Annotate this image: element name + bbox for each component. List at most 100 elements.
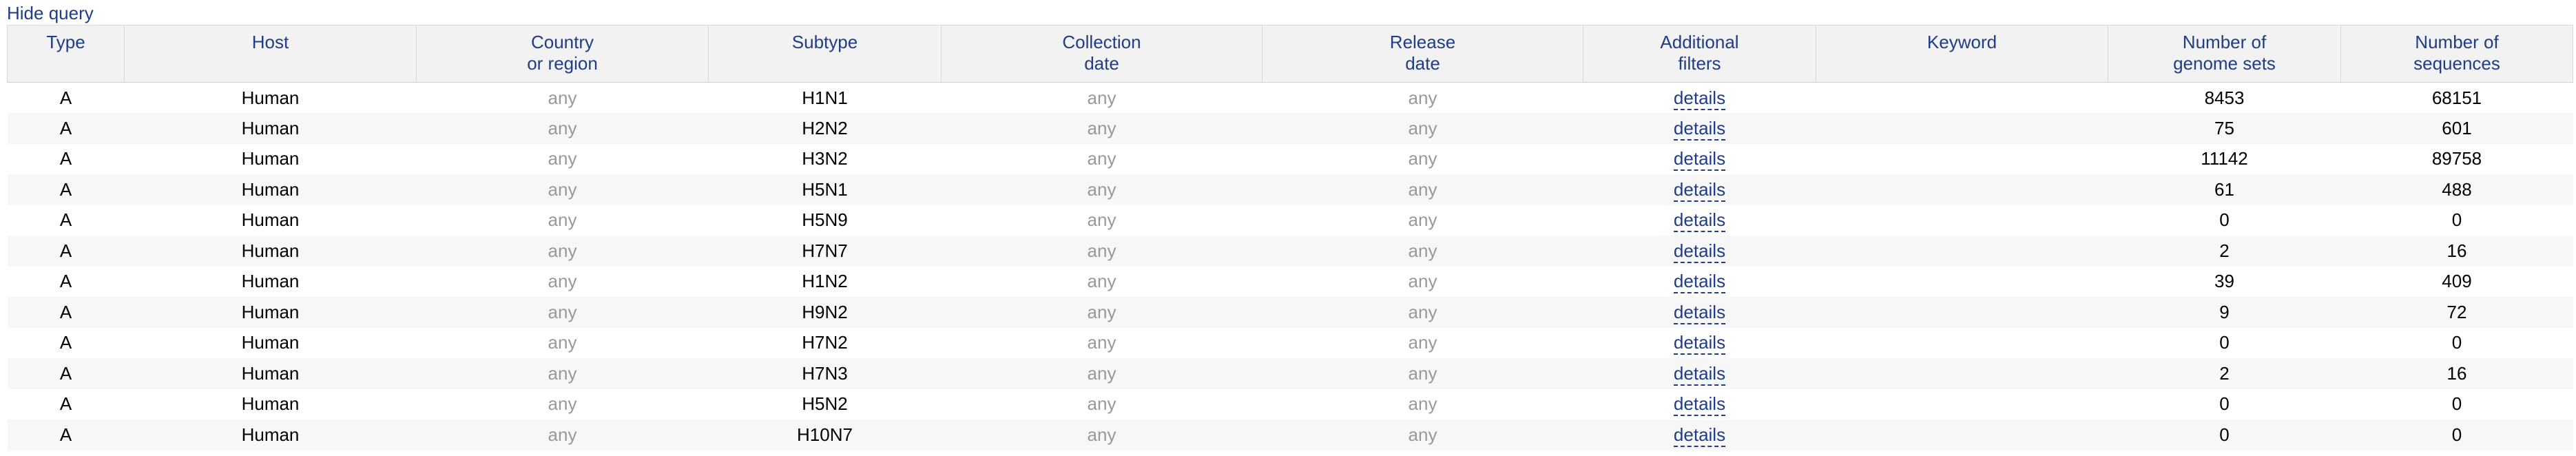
cell-type: A [59, 117, 72, 138]
column-header-label: Type [46, 32, 85, 52]
cell-collection: any [1087, 240, 1116, 261]
table-row: A Human any H7N7 any any details 2 16 [7, 236, 2573, 267]
cell-genome-sets: 0 [2219, 393, 2230, 415]
details-link[interactable]: details [1673, 117, 1726, 141]
details-link[interactable]: details [1673, 148, 1726, 172]
cell-genome-sets: 0 [2219, 424, 2230, 445]
hide-query-link[interactable]: Hide query [7, 3, 94, 23]
cell-filters: details [1583, 83, 1816, 114]
column-header-collection[interactable]: Collection date [941, 25, 1263, 83]
cell-keyword [1816, 113, 2108, 144]
cell-country: any [548, 332, 577, 353]
cell-keyword [1816, 389, 2108, 420]
cell-collection: any [1087, 209, 1116, 231]
cell-sequences: 89758 [2431, 148, 2482, 169]
details-link[interactable]: details [1673, 424, 1726, 447]
cell-release: any [1408, 178, 1437, 200]
cell-release: any [1408, 148, 1437, 169]
table-row: A Human any H5N9 any any details 0 0 [8, 205, 2573, 236]
cell-filters: details [1583, 113, 1816, 144]
table-row: A Human any H2N2 any any details 75 601 [7, 113, 2573, 144]
cell-sequences: 0 [2451, 332, 2462, 353]
details-link[interactable]: details [1673, 271, 1726, 294]
cell-subtype: H5N9 [802, 209, 848, 231]
cell-release: any [1408, 209, 1437, 231]
cell-filters: details [1583, 205, 1816, 236]
cell-type: A [59, 424, 72, 445]
cell-keyword [1816, 328, 2108, 359]
cell-subtype: H2N2 [802, 117, 848, 138]
column-header-subtype[interactable]: Subtype [708, 25, 942, 83]
cell-host: Human [241, 271, 300, 292]
cell-release: any [1408, 393, 1437, 415]
cell-filters: details [1583, 144, 1816, 175]
table-row: A Human any H5N2 any any details 0 0 [8, 389, 2573, 420]
table-row: A Human any H7N3 any any details 2 16 [7, 358, 2573, 389]
query-results-panel: Hide query Type Host Country or region Subty… [0, 0, 2576, 456]
column-header-keyword[interactable]: Keyword [1816, 25, 2108, 83]
column-header-sequences[interactable]: Number of sequences [2340, 25, 2573, 83]
cell-keyword [1816, 144, 2108, 175]
column-header-label: Collection [1062, 32, 1141, 52]
details-link[interactable]: details [1673, 362, 1726, 386]
details-link[interactable]: details [1673, 332, 1726, 355]
cell-country: any [548, 178, 577, 200]
column-header-release[interactable]: Release date [1262, 25, 1583, 83]
cell-filters: details [1583, 358, 1816, 389]
details-link[interactable]: details [1673, 209, 1726, 233]
cell-host: Human [241, 301, 300, 322]
cell-keyword [1816, 236, 2108, 267]
details-link[interactable]: details [1673, 301, 1726, 324]
cell-collection: any [1087, 87, 1116, 108]
cell-sequences: 72 [2447, 301, 2467, 322]
cell-subtype: H3N2 [802, 148, 848, 169]
cell-collection: any [1087, 424, 1116, 445]
header-row: Type Host Country or region Subtype Collectio… [7, 25, 2573, 83]
cell-keyword [1816, 358, 2108, 389]
details-link[interactable]: details [1673, 393, 1726, 417]
cell-type: A [59, 393, 72, 415]
cell-collection: any [1087, 271, 1116, 292]
column-header-sublabel: sequences [2413, 53, 2500, 74]
cell-host: Human [241, 117, 300, 138]
cell-keyword [1816, 174, 2108, 205]
cell-type: A [59, 332, 72, 353]
cell-genome-sets: 61 [2214, 178, 2234, 200]
cell-type: A [59, 148, 72, 169]
cell-country: any [548, 301, 577, 322]
cell-country: any [548, 87, 577, 108]
column-header-genome-sets[interactable]: Number of genome sets [2108, 25, 2341, 83]
cell-country: any [548, 424, 577, 445]
cell-filters: details [1583, 267, 1816, 298]
cell-sequences: 0 [2451, 393, 2462, 415]
cell-country: any [548, 148, 577, 169]
cell-type: A [59, 240, 72, 261]
cell-subtype: H1N1 [802, 87, 848, 108]
column-header-type[interactable]: Type [7, 25, 125, 83]
details-link[interactable]: details [1673, 240, 1726, 263]
details-link[interactable]: details [1673, 178, 1726, 202]
table-row: A Human any H1N2 any any details 39 409 [8, 267, 2573, 298]
cell-subtype: H9N2 [802, 301, 848, 322]
table-row: A Human any H7N2 any any details 0 0 [8, 328, 2573, 359]
column-header-label: Additional [1660, 32, 1739, 52]
cell-filters: details [1583, 297, 1816, 328]
cell-country: any [548, 362, 577, 384]
cell-country: any [548, 209, 577, 231]
details-link[interactable]: details [1673, 87, 1726, 110]
cell-genome-sets: 11142 [2201, 148, 2248, 169]
cell-collection: any [1087, 332, 1116, 353]
cell-genome-sets: 9 [2219, 301, 2230, 322]
cell-host: Human [241, 393, 300, 415]
cell-sequences: 16 [2447, 362, 2467, 384]
column-header-sublabel: date [1084, 53, 1119, 74]
column-header-label: Subtype [791, 32, 858, 52]
cell-type: A [59, 209, 72, 231]
column-header-country[interactable]: Country or region [416, 25, 709, 83]
cell-filters: details [1583, 174, 1816, 205]
cell-sequences: 0 [2451, 209, 2462, 231]
cell-host: Human [241, 87, 300, 108]
column-header-host[interactable]: Host [124, 25, 417, 83]
cell-subtype: H7N3 [802, 362, 848, 384]
column-header-filters[interactable]: Additional filters [1583, 25, 1816, 83]
